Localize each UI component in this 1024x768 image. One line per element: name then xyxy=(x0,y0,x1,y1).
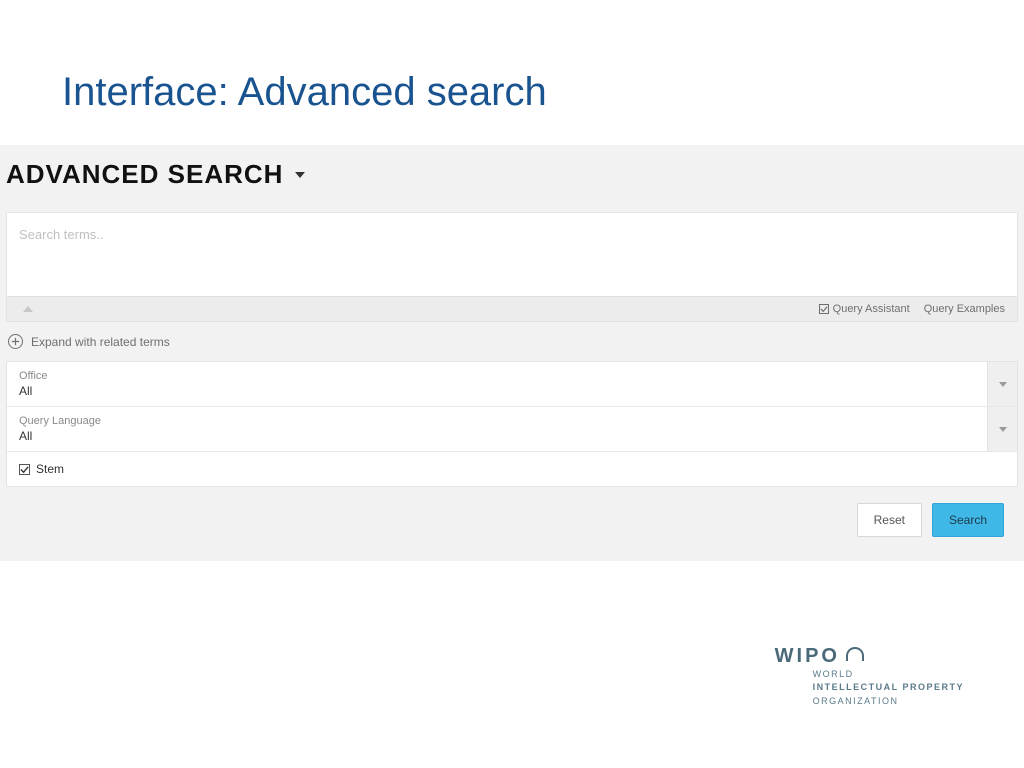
wipo-logo: WIPO WORLD INTELLECTUAL PROPERTY ORGANIZ… xyxy=(775,645,964,709)
plus-circle-icon xyxy=(8,334,23,349)
query-language-value: All xyxy=(19,429,975,443)
office-dropdown-button[interactable] xyxy=(987,362,1017,406)
wipo-line3: ORGANIZATION xyxy=(813,695,964,709)
query-language-dropdown-button[interactable] xyxy=(987,407,1017,451)
search-toolbar: Query Assistant Query Examples xyxy=(7,296,1017,321)
query-language-label: Query Language xyxy=(19,415,975,427)
search-box: Query Assistant Query Examples xyxy=(6,212,1018,322)
slide-title: Interface: Advanced search xyxy=(0,0,1024,145)
chevron-down-icon xyxy=(999,382,1007,387)
wipo-arc-icon xyxy=(846,647,864,661)
filters-group: Office All Query Language All Stem xyxy=(6,361,1018,487)
reset-button[interactable]: Reset xyxy=(857,503,922,537)
chevron-down-icon xyxy=(295,172,305,178)
expand-label: Expand with related terms xyxy=(31,335,170,349)
query-examples-link[interactable]: Query Examples xyxy=(924,303,1005,315)
advanced-search-panel: ADVANCED SEARCH Query Assistant Query Ex… xyxy=(0,145,1024,561)
wipo-brand-text: WIPO xyxy=(775,645,840,668)
expand-up-icon[interactable] xyxy=(23,306,33,312)
office-label: Office xyxy=(19,370,975,382)
stem-label: Stem xyxy=(36,462,64,476)
query-assistant-toggle[interactable]: Query Assistant xyxy=(819,303,910,315)
expand-related-terms[interactable]: Expand with related terms xyxy=(0,322,1024,361)
stem-checkbox-row[interactable]: Stem xyxy=(7,452,1017,486)
office-value: All xyxy=(19,384,975,398)
search-terms-input[interactable] xyxy=(7,213,1017,291)
wipo-line1: WORLD xyxy=(813,668,964,682)
search-button[interactable]: Search xyxy=(932,503,1004,537)
action-buttons: Reset Search xyxy=(0,487,1024,537)
checkbox-checked-icon xyxy=(819,304,829,314)
wipo-line2: INTELLECTUAL PROPERTY xyxy=(813,681,964,695)
panel-header[interactable]: ADVANCED SEARCH xyxy=(0,145,1024,204)
panel-heading: ADVANCED SEARCH xyxy=(6,159,283,190)
chevron-down-icon xyxy=(999,427,1007,432)
query-assistant-label: Query Assistant xyxy=(833,303,910,315)
checkbox-checked-icon xyxy=(19,464,30,475)
query-language-select[interactable]: Query Language All xyxy=(7,407,1017,452)
office-select[interactable]: Office All xyxy=(7,362,1017,407)
